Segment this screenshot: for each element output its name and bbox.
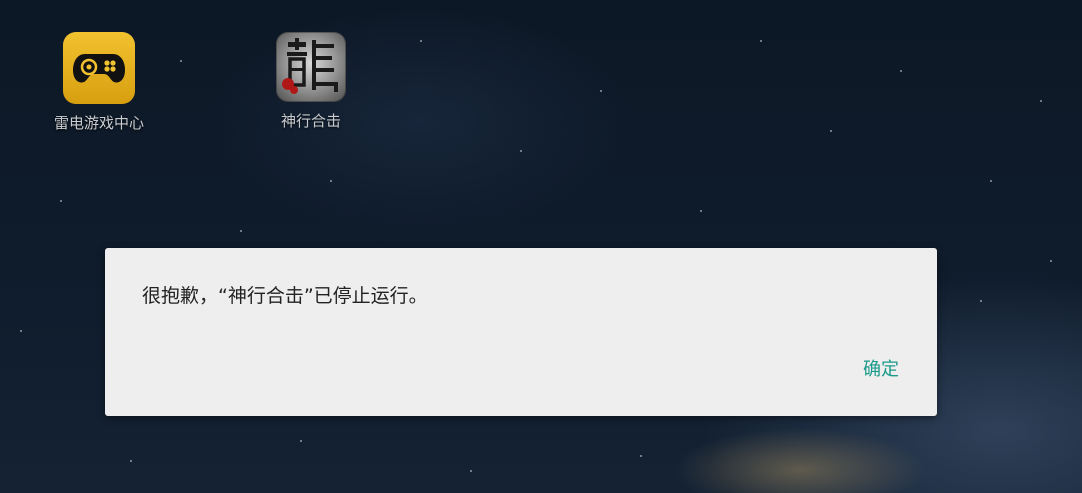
app-stopped-dialog: 很抱歉，“神行合击”已停止运行。 确定	[105, 248, 937, 416]
desktop-app-shenxing[interactable]: 神行合击	[256, 32, 366, 131]
dragon-character-icon	[276, 32, 346, 102]
ok-button[interactable]: 确定	[863, 355, 899, 381]
app-label-shenxing: 神行合击	[280, 112, 341, 130]
app-label-leidian: 雷电游戏中心	[53, 114, 144, 132]
gamepad-icon	[63, 32, 135, 104]
starfield-background	[0, 0, 1082, 493]
desktop-app-leidian[interactable]: 雷电游戏中心	[44, 32, 154, 133]
dialog-message: 很抱歉，“神行合击”已停止运行。	[142, 285, 428, 307]
